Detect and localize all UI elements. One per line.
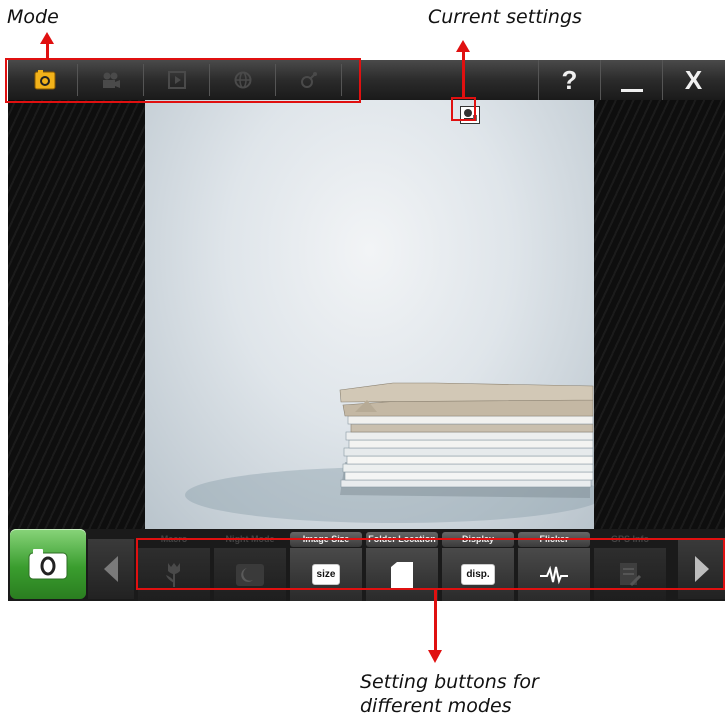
setting-buttons-callout: Setting buttons for different modes — [360, 670, 539, 718]
minimize-icon — [620, 89, 643, 92]
close-button[interactable]: X — [662, 60, 724, 100]
camera-icon — [28, 549, 68, 580]
capture-camera-button[interactable] — [10, 529, 86, 599]
viewfinder-area — [8, 100, 725, 529]
settings-arrow-line — [434, 590, 437, 652]
current-settings-highlight-box — [451, 97, 476, 121]
mode-arrow-head — [40, 32, 54, 44]
mode-callout: Mode — [7, 6, 59, 28]
settings-arrow-head — [428, 650, 442, 663]
current-settings-arrow-head — [456, 40, 470, 52]
current-settings-callout: Current settings — [428, 6, 582, 28]
settings-highlight-box — [136, 538, 725, 590]
minimize-button[interactable] — [600, 60, 662, 100]
paper-stack-photo — [185, 382, 594, 523]
setting-buttons-callout-line1: Setting buttons for — [360, 671, 539, 693]
camera-preview-image — [145, 100, 594, 529]
triangle-left-icon — [104, 556, 118, 582]
setting-buttons-callout-line2: different modes — [360, 695, 512, 717]
mode-arrow-line — [46, 42, 49, 58]
current-settings-arrow-line — [462, 50, 465, 97]
camera-app-window: ? X Macro Night Mode Image Size size Fol… — [8, 60, 725, 601]
help-button[interactable]: ? — [538, 60, 600, 100]
mode-highlight-box — [5, 58, 361, 103]
scroll-left-button[interactable] — [88, 539, 134, 599]
